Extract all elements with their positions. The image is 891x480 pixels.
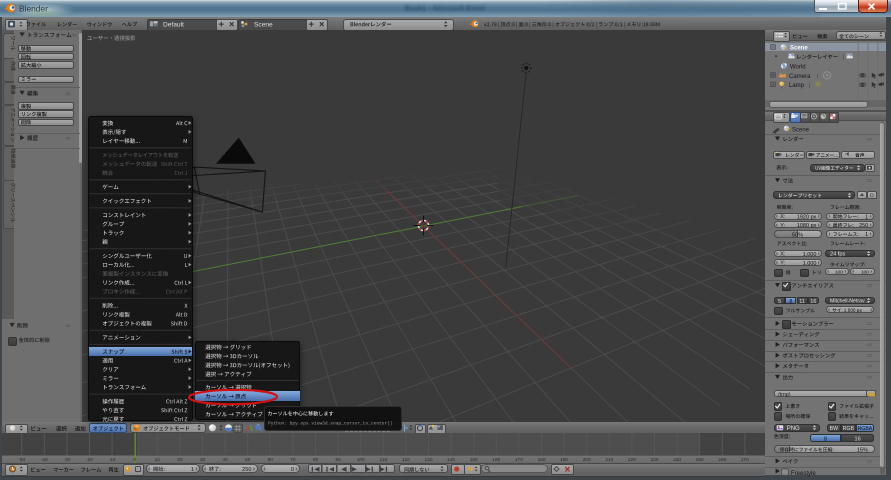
svg-text:250: 250: [696, 457, 704, 463]
svg-text:80: 80: [313, 457, 319, 463]
svg-text:100: 100: [835, 269, 843, 275]
svg-text:PNG: PNG: [787, 426, 800, 432]
svg-text:1.000: 1.000: [803, 261, 817, 267]
svg-text:5: 5: [778, 299, 781, 305]
svg-text:16: 16: [810, 299, 816, 305]
svg-text:40: 40: [222, 457, 228, 463]
svg-text:200: 200: [583, 457, 591, 463]
svg-text:-50: -50: [18, 457, 25, 463]
svg-text:70: 70: [290, 457, 296, 463]
svg-text:Y:: Y:: [780, 261, 785, 267]
svg-text:|: |: [809, 83, 810, 89]
svg-text:0: 0: [133, 457, 136, 463]
svg-text:|: |: [843, 55, 844, 61]
svg-text:110: 110: [379, 457, 387, 463]
svg-text:|: |: [817, 74, 818, 80]
svg-text:0: 0: [291, 467, 294, 473]
svg-text:-40: -40: [41, 457, 48, 463]
svg-text:170: 170: [515, 457, 523, 463]
svg-text:Freestyle: Freestyle: [791, 471, 816, 477]
svg-text:1: 1: [865, 214, 868, 220]
svg-text:Lamp: Lamp: [789, 83, 805, 89]
svg-text:RGBA: RGBA: [858, 426, 873, 432]
svg-text:Default: Default: [163, 21, 184, 28]
svg-text:30: 30: [200, 457, 206, 463]
svg-text:1920 px: 1920 px: [797, 214, 817, 220]
svg-text:100: 100: [861, 269, 869, 275]
svg-text:160: 160: [492, 457, 500, 463]
svg-text:190: 190: [560, 457, 568, 463]
svg-text:140: 140: [447, 457, 455, 463]
svg-text:RGB: RGB: [843, 426, 855, 432]
svg-text:150: 150: [470, 457, 478, 463]
svg-text:120: 120: [402, 457, 410, 463]
svg-text:Y:: Y:: [780, 223, 785, 229]
svg-text:1: 1: [865, 232, 868, 238]
svg-text:BW: BW: [830, 426, 838, 432]
svg-text:8: 8: [824, 436, 827, 442]
svg-text:24 fps: 24 fps: [830, 252, 845, 258]
svg-text:-20: -20: [86, 457, 93, 463]
svg-text:100: 100: [357, 457, 365, 463]
svg-text:240: 240: [673, 457, 681, 463]
svg-text:Camera: Camera: [789, 74, 811, 80]
svg-text:Python: bpy.ops.view3d.snap_cu: Python: bpy.ops.view3d.snap_cursor_to_ce…: [268, 421, 393, 427]
svg-text:16: 16: [855, 436, 861, 442]
svg-text:-10: -10: [109, 457, 116, 463]
svg-text:Scene: Scene: [790, 46, 808, 52]
svg-text:10: 10: [155, 457, 161, 463]
svg-text:270: 270: [741, 457, 749, 463]
svg-text:1: 1: [191, 467, 194, 473]
svg-text:180: 180: [537, 457, 545, 463]
svg-text:250: 250: [242, 467, 251, 473]
svg-text:Mitchell-Netrav...: Mitchell-Netrav...: [830, 298, 869, 304]
svg-text:90: 90: [335, 457, 341, 463]
svg-text:Blender: Blender: [19, 4, 48, 14]
svg-text:20: 20: [177, 457, 183, 463]
svg-text:210: 210: [605, 457, 613, 463]
svg-text:/tmp\: /tmp\: [778, 392, 791, 398]
svg-text:50: 50: [245, 457, 251, 463]
svg-text:Book1 - Microsoft Excel: Book1 - Microsoft Excel: [405, 4, 485, 13]
svg-text:130: 130: [424, 457, 432, 463]
svg-text:1080 px: 1080 px: [797, 223, 817, 229]
svg-text:World: World: [790, 64, 806, 70]
svg-text:15%: 15%: [857, 447, 868, 453]
svg-text:X:: X:: [780, 252, 786, 258]
svg-text:60: 60: [268, 457, 274, 463]
svg-text:230: 230: [650, 457, 658, 463]
svg-text:Scene: Scene: [254, 21, 273, 28]
svg-text:Scene: Scene: [792, 127, 810, 133]
svg-text:220: 220: [628, 457, 636, 463]
svg-text:50%: 50%: [792, 232, 803, 238]
svg-text:8: 8: [789, 299, 792, 305]
svg-text:260: 260: [718, 457, 726, 463]
svg-text:X:: X:: [780, 214, 786, 220]
svg-text:250: 250: [859, 223, 868, 229]
svg-text:1.000: 1.000: [803, 252, 817, 258]
svg-text:-30: -30: [63, 457, 70, 463]
svg-text:11: 11: [799, 299, 805, 305]
